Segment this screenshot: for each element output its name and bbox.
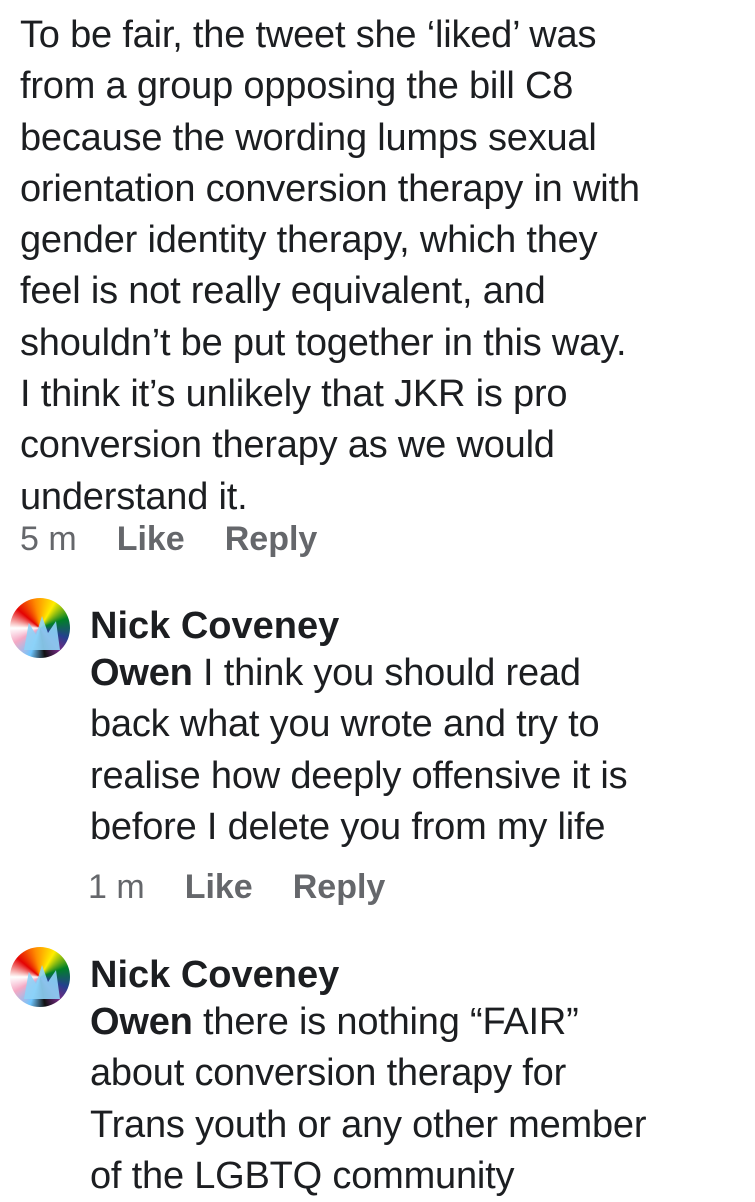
comment-line: conversion therapy as we would: [20, 424, 555, 467]
comment-actions: 5 m Like Reply: [20, 520, 357, 559]
comment-actions: 1 m Like Reply: [88, 868, 425, 907]
comment-line: from a group opposing the bill C8: [20, 65, 574, 108]
like-button[interactable]: Like: [117, 520, 185, 559]
comment-content: Nick Coveney Owen I think you should rea…: [90, 598, 745, 853]
comment-line: Trans youth or any other member: [90, 1103, 647, 1146]
comment-line: realise how deeply offensive it is: [90, 754, 628, 797]
comment-content: Nick Coveney Owen there is nothing “FAIR…: [90, 947, 745, 1202]
mention-link[interactable]: Owen: [90, 652, 193, 694]
reply-button[interactable]: Reply: [293, 868, 386, 907]
pride-flag-avatar-icon[interactable]: [10, 598, 70, 658]
comment-line: Owen I think you should read: [90, 648, 745, 699]
comment-text: Owen there is nothing “FAIR” about conve…: [90, 997, 745, 1202]
comment-text: Owen I think you should read back what y…: [90, 648, 745, 853]
crystal-icon: [24, 616, 60, 650]
comment-timestamp[interactable]: 5 m: [20, 520, 77, 559]
comment-line: back what you wrote and try to: [90, 703, 600, 746]
comment-line: orientation conversion therapy in with: [20, 167, 640, 210]
comment-line: To be fair, the tweet she ‘liked’ was: [20, 14, 597, 56]
comment-line: shouldn’t be put together in this way.: [20, 321, 627, 364]
crystal-icon: [24, 965, 60, 999]
reply-button[interactable]: Reply: [225, 520, 318, 559]
comment-line-text: there is nothing “FAIR”: [192, 1001, 579, 1043]
comment-line: feel is not really equivalent, and: [20, 270, 546, 313]
like-button[interactable]: Like: [185, 868, 253, 907]
comment-line: of the LGBTQ community: [90, 1154, 515, 1197]
comment-line: Owen there is nothing “FAIR”: [90, 997, 745, 1048]
comment-line: understand it.: [20, 475, 248, 518]
comment-author[interactable]: Nick Coveney: [90, 953, 745, 997]
comment-line: because the wording lumps sexual: [20, 116, 597, 159]
comment-timestamp[interactable]: 1 m: [88, 868, 145, 907]
mention-link[interactable]: Owen: [90, 1001, 193, 1043]
comment-line-text: I think you should read: [192, 652, 581, 694]
comment-author[interactable]: Nick Coveney: [90, 604, 745, 648]
comment-line: gender identity therapy, which they: [20, 219, 598, 262]
comment-text: To be fair, the tweet she ‘liked’ was fr…: [20, 10, 745, 523]
comment-line: I think it’s unlikely that JKR is pro: [20, 373, 568, 416]
comment-line: about conversion therapy for: [90, 1052, 567, 1095]
pride-flag-avatar-icon[interactable]: [10, 947, 70, 1007]
comment-line: before I delete you from my life: [90, 805, 606, 848]
